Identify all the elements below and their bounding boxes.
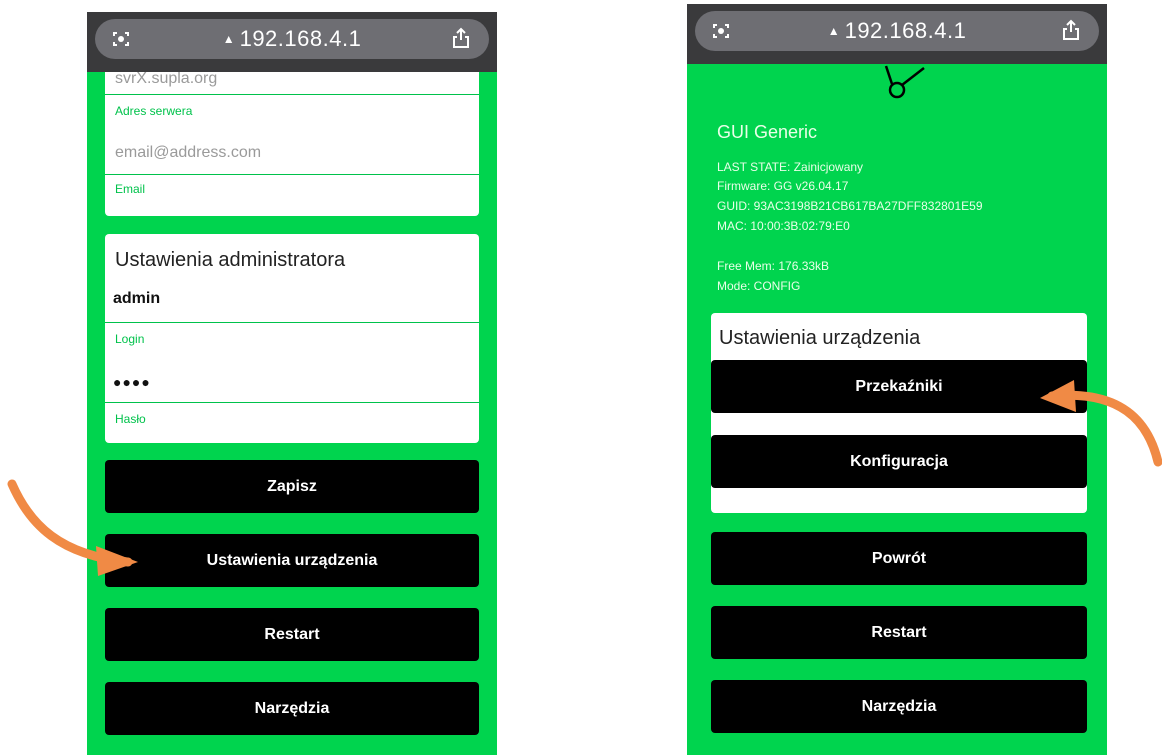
restart-button[interactable]: Restart (711, 606, 1087, 659)
annotation-arrow-left (7, 479, 138, 576)
url-text: 192.168.4.1 (844, 18, 967, 43)
warning-icon: ▲ (222, 32, 235, 46)
reader-icon[interactable] (111, 29, 131, 49)
back-button[interactable]: Powrót (711, 532, 1087, 585)
share-icon[interactable] (451, 27, 471, 49)
annotation-arrow-right (1040, 380, 1162, 467)
server-settings-card: svrX.supla.org Adres serwera email@addre… (105, 62, 479, 216)
reader-icon[interactable] (711, 21, 731, 41)
firmware-text: Firmware: GG v26.04.17 (717, 179, 849, 193)
last-state-text: LAST STATE: Zainicjowany (717, 160, 864, 174)
admin-section-title: Ustawienia administratora (115, 249, 346, 271)
divider (105, 174, 479, 175)
mode-text: Mode: CONFIG (717, 279, 801, 293)
app-title: GUI Generic (717, 122, 818, 142)
tools-button[interactable]: Narzędzia (711, 680, 1087, 733)
logo-icon (884, 65, 925, 99)
admin-settings-card: Ustawienia administratora admin Login ●●… (105, 234, 479, 443)
left-phone-screen: svrX.supla.org Adres serwera email@addre… (87, 12, 497, 755)
url-field[interactable]: ▲ 192.168.4.1 (695, 11, 1099, 51)
browser-address-bar: ▲ 192.168.4.1 (687, 4, 1107, 64)
divider (105, 402, 479, 403)
server-address-label: Adres serwera (115, 104, 193, 118)
password-field[interactable]: ●●●● (113, 374, 151, 390)
restart-button[interactable]: Restart (105, 608, 479, 661)
save-button[interactable]: Zapisz (105, 460, 479, 513)
mac-text: MAC: 10:00:3B:02:79:E0 (717, 219, 850, 233)
email-field[interactable]: email@address.com (115, 144, 261, 162)
divider (105, 94, 479, 95)
share-icon[interactable] (1061, 19, 1081, 41)
server-address-value[interactable]: svrX.supla.org (115, 70, 217, 88)
browser-address-bar: ▲ 192.168.4.1 (87, 12, 497, 72)
url-text: 192.168.4.1 (239, 26, 362, 51)
url-field[interactable]: ▲ 192.168.4.1 (95, 19, 489, 59)
device-section-title: Ustawienia urządzenia (719, 327, 921, 349)
guid-text: GUID: 93AC3198B21CB617BA27DFF832801E59 (717, 199, 983, 213)
login-field[interactable]: admin (113, 290, 160, 308)
warning-icon: ▲ (827, 24, 840, 38)
free-mem-text: Free Mem: 176.33kB (717, 259, 830, 273)
email-label: Email (115, 182, 146, 196)
password-label: Hasło (115, 412, 146, 426)
divider (105, 322, 479, 323)
login-label: Login (115, 332, 145, 346)
device-settings-button[interactable]: Ustawienia urządzenia (105, 534, 479, 587)
tools-button[interactable]: Narzędzia (105, 682, 479, 735)
